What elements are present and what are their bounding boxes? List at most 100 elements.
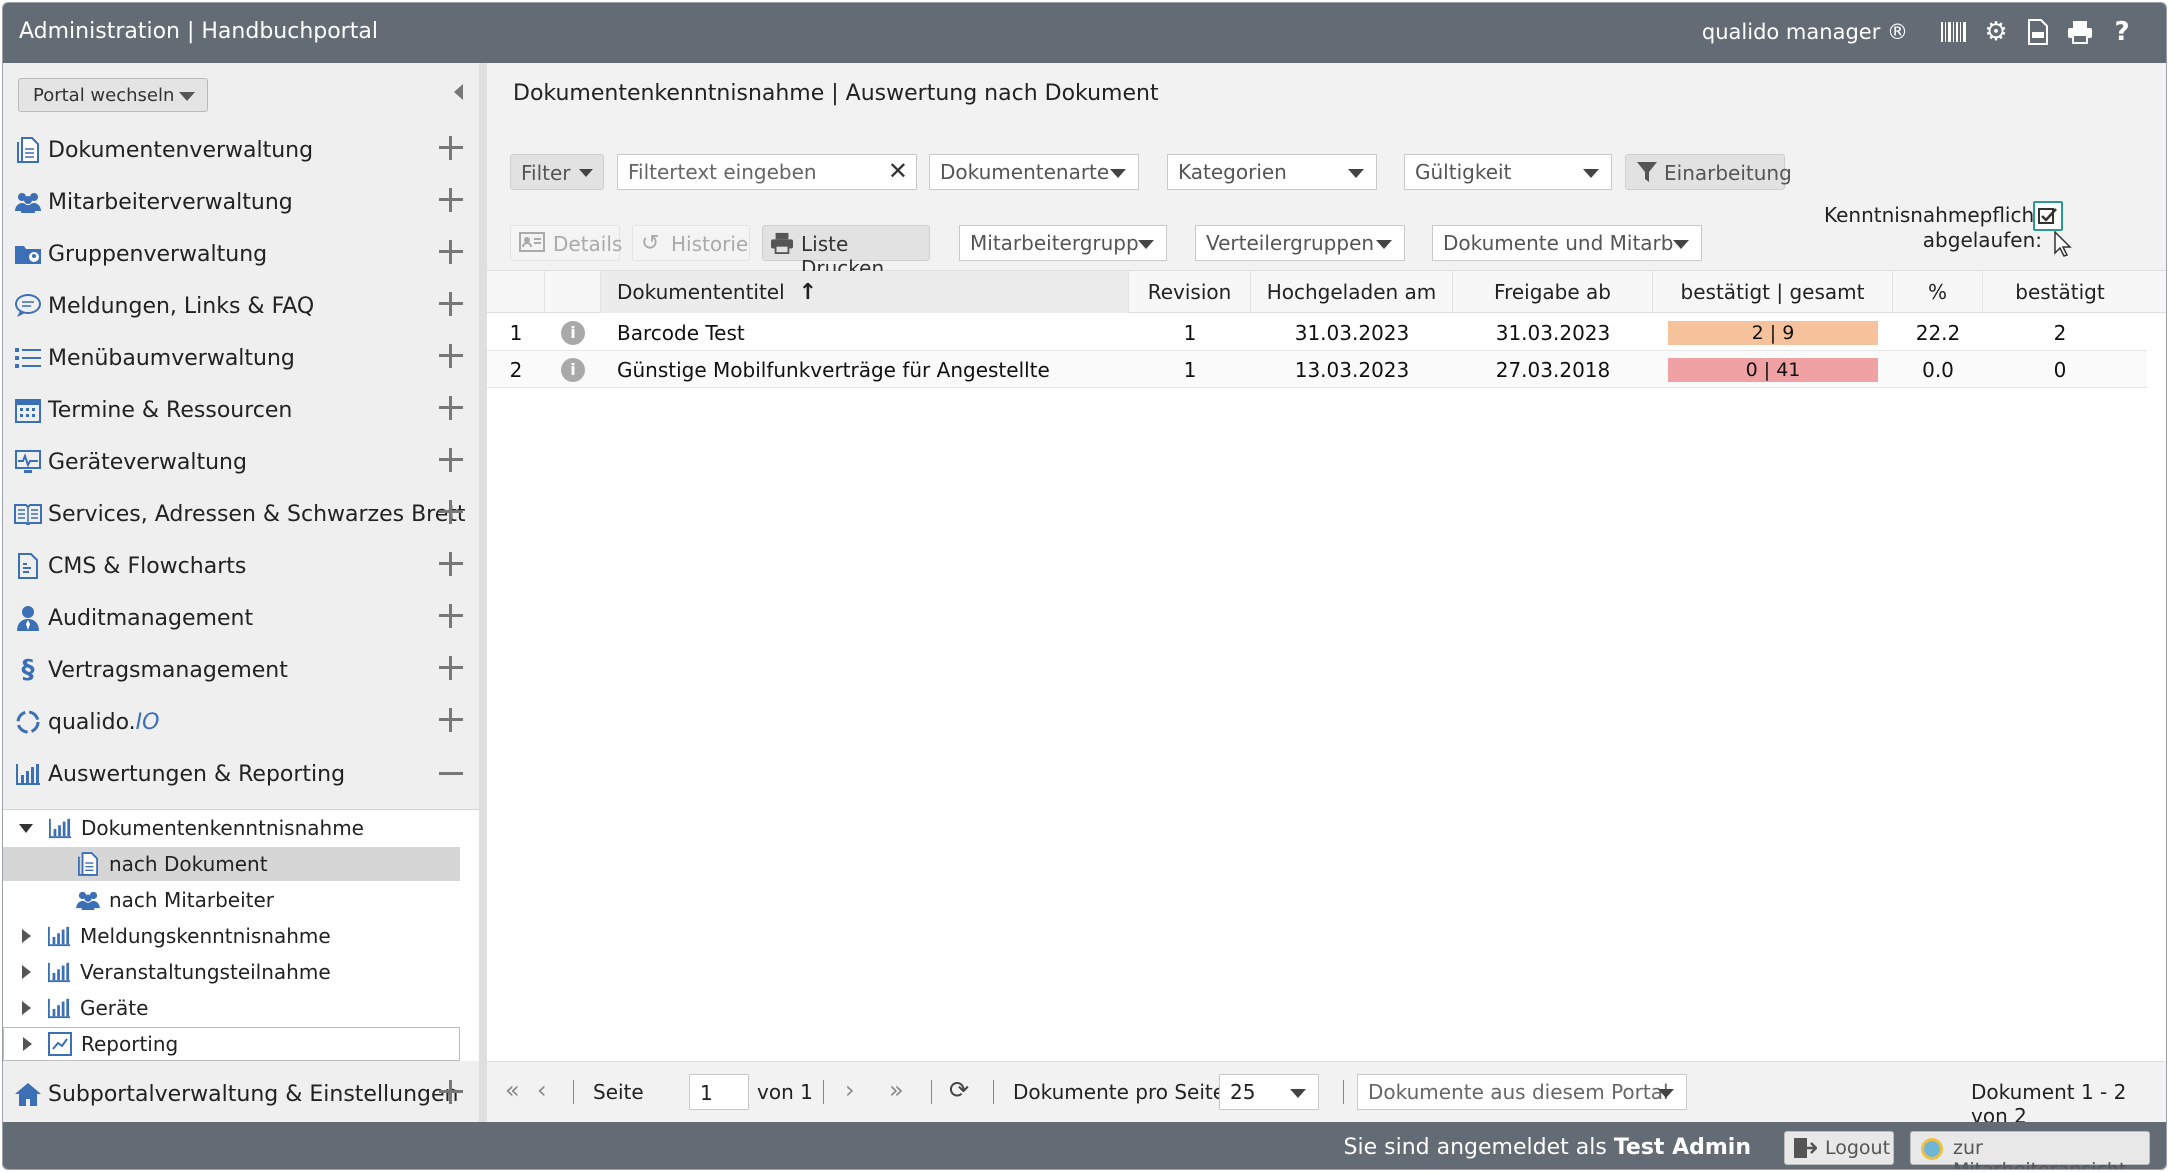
table-row[interactable]: 1 i Barcode Test 1 31.03.2023 31.03.2023…: [487, 314, 2147, 351]
col-confirmed-total-header[interactable]: bestätigt | gesamt: [1653, 271, 1893, 313]
sidebar-item-geraete[interactable]: Geräteverwaltung: [3, 436, 479, 488]
header-icons: ⚙ ?: [1940, 15, 2136, 49]
historie-button[interactable]: ↺ Historie: [632, 225, 750, 261]
expand-icon[interactable]: [439, 396, 463, 420]
clear-icon[interactable]: ✕: [888, 157, 908, 185]
table-row[interactable]: 2 i Günstige Mobilfunkverträge für Anges…: [487, 351, 2147, 388]
sidebar-item-termine[interactable]: Termine & Ressourcen: [3, 384, 479, 436]
tree-item-nach-mitarbeiter[interactable]: nach Mitarbeiter: [75, 883, 459, 917]
col-revision-header[interactable]: Revision: [1129, 271, 1251, 313]
portal-scope-select[interactable]: Dokumente aus diesem Portal: [1357, 1074, 1687, 1110]
info-icon[interactable]: i: [561, 320, 585, 345]
tree-item-reporting[interactable]: Reporting: [3, 1027, 460, 1061]
portal-switch-dropdown[interactable]: Portal wechseln: [18, 78, 208, 112]
paragraph-icon: §: [21, 655, 35, 685]
first-page-icon[interactable]: «: [505, 1076, 520, 1104]
filter-dropdown-button[interactable]: Filter: [510, 154, 604, 190]
col-confirmed-header[interactable]: bestätigt: [1983, 271, 2137, 313]
expand-icon[interactable]: [439, 708, 463, 732]
expand-icon[interactable]: [439, 136, 463, 160]
kenntnisnahme-abgelaufen-checkbox[interactable]: [2033, 201, 2063, 231]
sidebar-item-mitarbeiterverwaltung[interactable]: Mitarbeiterverwaltung: [3, 176, 479, 228]
next-page-icon[interactable]: ›: [845, 1076, 855, 1104]
collapse-icon[interactable]: [439, 772, 463, 775]
expand-icon[interactable]: [439, 448, 463, 472]
expand-icon[interactable]: [439, 604, 463, 628]
export-icon[interactable]: [2024, 15, 2052, 49]
per-page-select[interactable]: 25: [1219, 1074, 1319, 1110]
kategorien-select[interactable]: Kategorien: [1167, 154, 1377, 190]
separator: [1343, 1080, 1344, 1104]
dokumentenarten-select[interactable]: Dokumentenarte: [929, 154, 1139, 190]
collapsed-arrow-icon[interactable]: [23, 1037, 32, 1051]
collapse-sidebar-icon[interactable]: [454, 84, 463, 100]
tree-item-geraete[interactable]: Geräte: [19, 991, 459, 1025]
expand-icon[interactable]: [439, 240, 463, 264]
settings-icon[interactable]: ⚙: [1982, 15, 2010, 49]
expand-icon[interactable]: [439, 500, 463, 524]
sidebar-item-label: Dokumentenverwaltung: [48, 137, 314, 163]
row-info[interactable]: i: [545, 351, 601, 388]
row-info[interactable]: i: [545, 314, 601, 351]
col-title-header[interactable]: Dokumententitel ↑: [601, 271, 1129, 313]
previous-page-icon[interactable]: ‹: [537, 1076, 547, 1104]
sort-ascending-icon[interactable]: ↑: [799, 280, 817, 305]
sidebar-item-subportal[interactable]: Subportalverwaltung & Einstellungen: [3, 1068, 479, 1120]
tree-item-dokumentenkenntnisnahme[interactable]: Dokumentenkenntnisnahme: [19, 811, 459, 845]
expand-icon[interactable]: [439, 552, 463, 576]
expand-icon[interactable]: [439, 188, 463, 212]
sidebar-item-gruppenverwaltung[interactable]: Gruppenverwaltung: [3, 228, 479, 280]
expand-icon[interactable]: [439, 344, 463, 368]
list-icon: [13, 343, 43, 373]
tree-item-veranstaltungsteilnahme[interactable]: Veranstaltungsteilnahme: [19, 955, 459, 989]
sidebar-item-menuebaum[interactable]: Menübaumverwaltung: [3, 332, 479, 384]
sidebar-item-label: Services, Adressen & Schwarzes Brett: [48, 501, 466, 527]
sidebar: Portal wechseln Dokumentenverwaltung Mit…: [3, 63, 487, 1122]
sidebar-item-vertrag[interactable]: § Vertragsmanagement: [3, 644, 479, 696]
expand-icon[interactable]: [439, 1080, 463, 1104]
filter-placeholder: Filtertext eingeben: [628, 160, 817, 184]
filter-text-input[interactable]: Filtertext eingeben ✕: [617, 154, 917, 190]
collapsed-arrow-icon[interactable]: [22, 965, 31, 979]
tree-item-meldungskenntnisnahme[interactable]: Meldungskenntnisnahme: [19, 919, 459, 953]
sidebar-item-dokumentenverwaltung[interactable]: Dokumentenverwaltung: [3, 124, 479, 176]
sidebar-item-audit[interactable]: Auditmanagement: [3, 592, 479, 644]
info-icon[interactable]: i: [561, 357, 585, 382]
chevron-down-icon: [1290, 1089, 1306, 1098]
sidebar-item-services[interactable]: Services, Adressen & Schwarzes Brett: [3, 488, 479, 540]
help-icon[interactable]: ?: [2108, 15, 2136, 49]
row-release: 27.03.2018: [1495, 357, 1611, 382]
tree-item-label: nach Dokument: [109, 852, 268, 876]
einarbeitung-button[interactable]: Einarbeitung: [1625, 154, 1792, 190]
collapsed-arrow-icon[interactable]: [22, 929, 31, 943]
mitarbeitergruppen-select[interactable]: Mitarbeitergrupp: [959, 225, 1167, 261]
tree-item-nach-dokument[interactable]: nach Dokument: [3, 847, 460, 881]
sidebar-item-auswertungen[interactable]: Auswertungen & Reporting: [3, 748, 479, 800]
col-uploaded-header[interactable]: Hochgeladen am: [1251, 271, 1453, 313]
col-release-header[interactable]: Freigabe ab: [1453, 271, 1653, 313]
dokumente-mitarbeiter-select[interactable]: Dokumente und Mitarb: [1432, 225, 1702, 261]
chevron-down-icon: [1110, 169, 1126, 178]
report-icon: [47, 1031, 73, 1057]
liste-drucken-button[interactable]: Liste Drucken: [762, 225, 930, 280]
last-page-icon[interactable]: »: [889, 1076, 904, 1104]
verteilergruppen-select[interactable]: Verteilergruppen: [1195, 225, 1405, 261]
collapsed-arrow-icon[interactable]: [22, 1001, 31, 1015]
checkmark-icon: [2038, 208, 2057, 224]
print-icon[interactable]: [2066, 15, 2094, 49]
expanded-arrow-icon[interactable]: [19, 823, 33, 833]
gueltigkeit-select[interactable]: Gültigkeit: [1404, 154, 1612, 190]
refresh-icon[interactable]: ⟳: [949, 1076, 969, 1104]
sidebar-item-qualido-io[interactable]: qualido.IO: [3, 696, 479, 748]
expand-icon[interactable]: [439, 656, 463, 680]
details-button[interactable]: Details: [510, 225, 622, 261]
chevron-down-icon: [579, 169, 593, 177]
page-number-input[interactable]: 1: [689, 1074, 749, 1110]
sidebar-item-meldungen[interactable]: Meldungen, Links & FAQ: [3, 280, 479, 332]
barcode-icon[interactable]: [1940, 15, 1968, 49]
col-percent-header[interactable]: %: [1893, 271, 1983, 313]
expand-icon[interactable]: [439, 292, 463, 316]
sidebar-item-cms[interactable]: CMS & Flowcharts: [3, 540, 479, 592]
logout-button[interactable]: Logout: [1784, 1131, 1894, 1165]
employee-view-button[interactable]: zur Mitarbeiteransicht: [1910, 1131, 2150, 1169]
